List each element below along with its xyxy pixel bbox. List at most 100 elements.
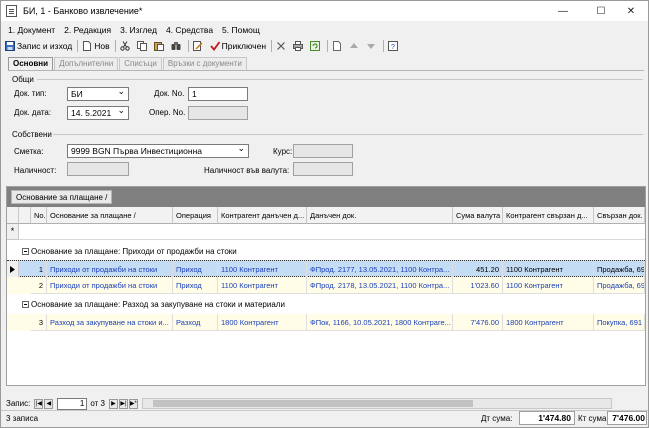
confirmed-button[interactable]: Приключен [208,39,268,53]
availability-label: Наличност: [14,166,57,175]
title-bar: БИ, 1 - Банково извлечение* — ☐ ✕ [1,1,648,21]
column-header-no[interactable]: No. [31,207,47,224]
find-button[interactable] [169,39,185,53]
payments-grid: Основание за плащане / No. Основание за … [6,186,646,386]
confirmed-label: Приключен [221,41,267,51]
column-header-reason[interactable]: Основание за плащане / [47,207,173,224]
debit-label: Дт сума: [481,414,513,423]
cut-button[interactable] [118,39,134,53]
cell-no: 1 [31,261,47,278]
next-record-button[interactable] [364,39,380,53]
previous-record-nav-button[interactable]: ◀ [44,398,54,409]
tab-underline [8,70,644,71]
column-header-tax-doc[interactable]: Данъчен док. [307,207,453,224]
account-select[interactable]: 9999 BGN Първа Инвестиционна [67,144,249,158]
cell-amount: 7'476.00 [453,314,503,331]
edit-document-icon [192,41,203,51]
column-header-linked-doc[interactable]: Свързан док. [594,207,645,224]
column-header-amount[interactable]: Сума валута [453,207,503,224]
menu-view[interactable]: 3. Изглед [120,25,157,35]
status-bar: 3 записа Дт сума: 1'474.80 Кт сума: 7'47… [1,410,648,428]
horizontal-scrollbar[interactable] [141,398,612,409]
blank-document-button[interactable] [330,39,346,53]
cell-no: 2 [31,277,47,294]
edit-document-button[interactable] [191,39,207,53]
column-header-partner[interactable]: Контрагент данъчен д... [218,207,307,224]
arrow-up-icon [350,43,359,48]
tab-main[interactable]: Основни [8,57,54,70]
maximize-button[interactable]: ☐ [584,1,618,21]
cut-icon [119,41,130,51]
table-row[interactable]: 3 Разход за закупуване на стоки и... Раз… [7,314,645,331]
doc-no-label: Док. No. [154,89,185,98]
doc-date-picker[interactable]: 14. 5.2021 [67,106,129,120]
new-button[interactable]: Нов [80,39,111,53]
help-button[interactable]: ? [386,39,402,53]
cell-operation: Разход [173,314,218,331]
scrollbar-thumb[interactable] [152,400,473,407]
new-record-nav-button[interactable]: ▶* [128,398,138,409]
close-button[interactable]: ✕ [614,1,648,21]
collapse-icon[interactable] [22,301,29,308]
collapse-icon[interactable] [22,248,29,255]
general-section-title: Общи [12,75,34,84]
toolbar-separator [327,40,329,52]
oper-no-field [188,106,248,120]
cell-reason: Разход за закупуване на стоки и... [47,314,173,331]
print-button[interactable] [291,39,307,53]
tab-document-links[interactable]: Връзки с документи [162,57,247,70]
cell-amount: 1'023.60 [453,277,503,294]
group-row[interactable]: Основание за плащане: Приходи от продажб… [7,243,645,259]
divider [37,79,643,80]
doc-type-select[interactable]: БИ [67,87,129,101]
refresh-button[interactable] [308,39,324,53]
cell-partner: 1800 Контрагент [218,314,307,331]
tab-strip: Основни Допълнителни Списъци Връзки с до… [8,57,248,70]
group-by-chip[interactable]: Основание за плащане / [11,190,113,204]
current-row-arrow-icon [7,261,19,278]
table-row[interactable]: 1 Приходи от продажби на стоки Приход 11… [7,260,645,278]
record-navigator: Запис: |◀ ◀ 1 от 3 ▶ ▶| ▶* [6,397,646,410]
divider [53,134,643,135]
checkmark-icon [209,41,220,51]
copy-button[interactable] [135,39,151,53]
menu-edit[interactable]: 2. Редакция [64,25,111,35]
next-record-nav-button[interactable]: ▶ [108,398,118,409]
account-label: Сметка: [14,147,44,156]
column-header-operation[interactable]: Операция [173,207,218,224]
tab-lists[interactable]: Списъци [119,57,162,70]
toolbar-separator [114,40,116,52]
new-row[interactable]: * [7,224,645,240]
page-icon [333,41,342,51]
menu-document[interactable]: 1. Документ [8,25,55,35]
cell-reason: Приходи от продажби на стоки [47,261,173,278]
menu-help[interactable]: 5. Помощ [222,25,260,35]
paste-button[interactable] [152,39,168,53]
cell-partner: 1100 Контрагент [218,261,307,278]
cell-linked-doc: Продажба, 691 [594,277,645,294]
delete-button[interactable] [274,39,290,53]
new-label: Нов [94,41,110,51]
menu-tools[interactable]: 4. Средства [166,25,213,35]
help-icon: ? [388,41,399,51]
minimize-button[interactable]: — [546,1,580,21]
own-section-title: Собствени [12,130,52,139]
availability-currency-field [293,162,353,176]
column-header-partner-linked[interactable]: Контрагент свързан д... [503,207,594,224]
toolbar-separator [271,40,273,52]
save-and-exit-button[interactable]: Запис и изход [3,39,74,53]
oper-no-label: Опер. No. [149,108,186,117]
current-record-input[interactable]: 1 [57,397,88,410]
group-row[interactable]: Основание за плащане: Разход за закупува… [7,296,645,312]
cell-linked-doc: Покупка, 691 [594,314,645,331]
tab-additional[interactable]: Допълнителни [54,57,119,70]
doc-no-input[interactable]: 1 [188,87,248,101]
expand-header [19,207,31,224]
new-row-star-icon: * [7,224,19,240]
last-record-button[interactable]: ▶| [118,398,128,409]
save-icon [5,41,15,51]
cell-tax-doc: ФПрод. 2177, 13.05.2021, 1100 Контра... [307,261,453,278]
previous-record-button[interactable] [347,39,363,53]
first-record-button[interactable]: |◀ [34,398,44,409]
table-row[interactable]: 2 Приходи от продажби на стоки Приход 11… [7,277,645,294]
